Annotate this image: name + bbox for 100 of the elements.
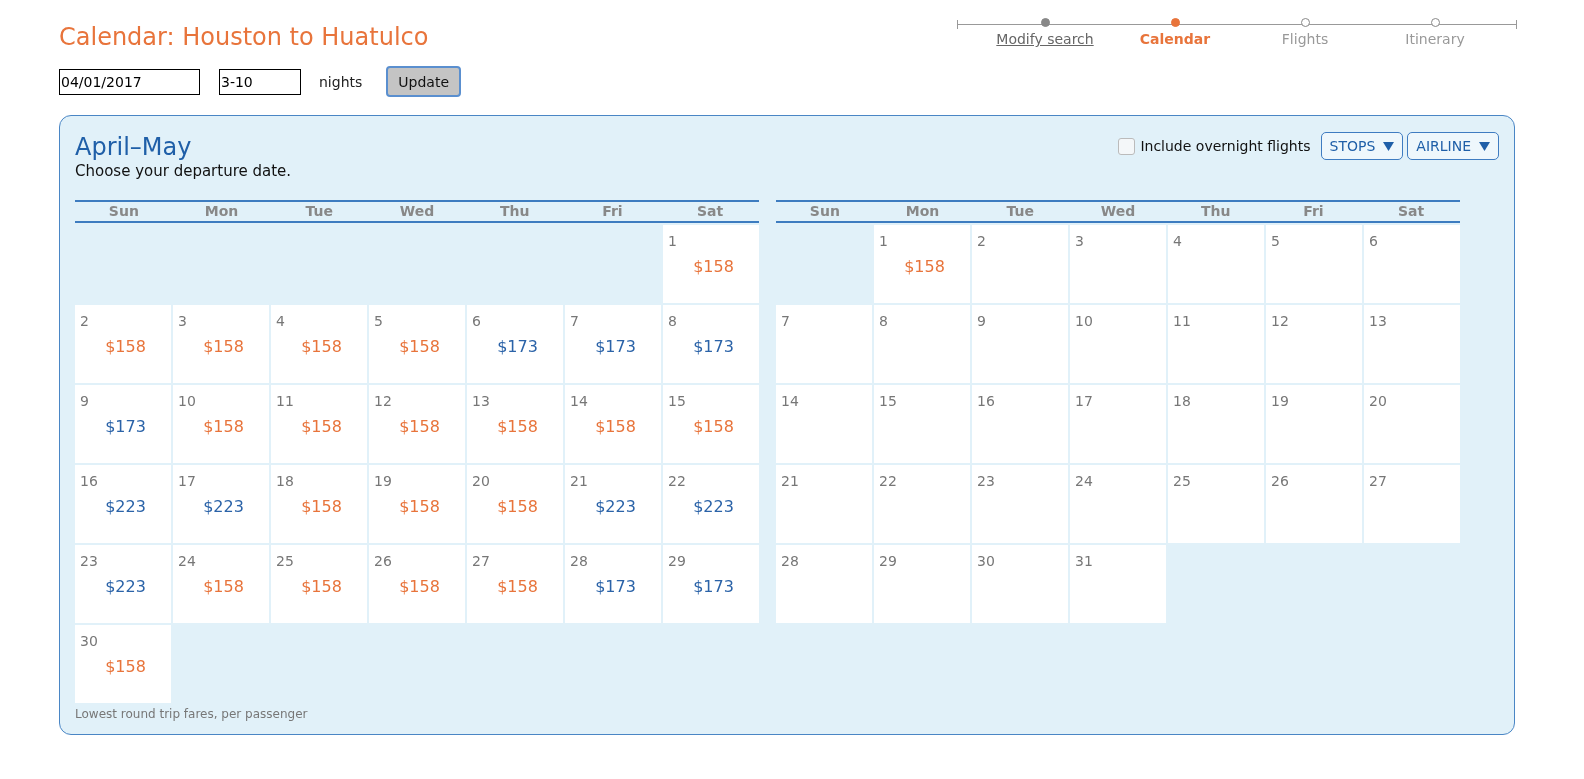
fare-price[interactable]: $173 <box>595 577 636 596</box>
day-cell[interactable]: 3 $158 <box>173 305 269 383</box>
day-cell[interactable]: 5 <box>1266 225 1362 303</box>
day-cell[interactable]: 19 <box>1266 385 1362 463</box>
day-cell[interactable]: 27 <box>1364 465 1460 543</box>
day-cell[interactable]: 1 $158 <box>663 225 759 303</box>
day-cell[interactable]: 9 $173 <box>75 385 171 463</box>
day-cell[interactable]: 13 <box>1364 305 1460 383</box>
day-cell[interactable]: 21 $223 <box>565 465 661 543</box>
fare-price[interactable]: $223 <box>105 497 146 516</box>
day-cell[interactable]: 21 <box>776 465 872 543</box>
day-cell[interactable]: 11 <box>1168 305 1264 383</box>
day-cell[interactable]: 8 <box>874 305 970 383</box>
day-cell[interactable]: 23 <box>972 465 1068 543</box>
day-cell[interactable]: 6 $173 <box>467 305 563 383</box>
day-cell[interactable]: 5 $158 <box>369 305 465 383</box>
fare-price[interactable]: $158 <box>399 577 440 596</box>
day-cell[interactable]: 11 $158 <box>271 385 367 463</box>
fare-price[interactable]: $158 <box>105 657 146 676</box>
fare-price[interactable]: $158 <box>203 577 244 596</box>
day-cell[interactable]: 26 $158 <box>369 545 465 623</box>
fare-price[interactable]: $158 <box>301 337 342 356</box>
day-cell[interactable]: 10 $158 <box>173 385 269 463</box>
day-cell[interactable]: 24 $158 <box>173 545 269 623</box>
day-cell[interactable]: 15 <box>874 385 970 463</box>
fare-price[interactable]: $173 <box>497 337 538 356</box>
fare-price[interactable]: $158 <box>693 257 734 276</box>
day-cell[interactable]: 10 <box>1070 305 1166 383</box>
day-cell[interactable]: 28 <box>776 545 872 623</box>
fare-price[interactable]: $158 <box>105 337 146 356</box>
update-button[interactable]: Update <box>386 66 461 97</box>
day-cell[interactable]: 22 <box>874 465 970 543</box>
day-cell[interactable]: 22 $223 <box>663 465 759 543</box>
day-cell[interactable]: 7 <box>776 305 872 383</box>
date-field[interactable]: 04/01/2017 <box>59 68 200 95</box>
day-cell[interactable]: 25 <box>1168 465 1264 543</box>
day-cell[interactable]: 14 <box>776 385 872 463</box>
day-cell[interactable]: 28 $173 <box>565 545 661 623</box>
fare-price[interactable]: $158 <box>301 417 342 436</box>
fare-price[interactable]: $158 <box>497 577 538 596</box>
day-cell[interactable]: 25 $158 <box>271 545 367 623</box>
day-cell[interactable]: 16 $223 <box>75 465 171 543</box>
day-cell[interactable]: 2 $158 <box>75 305 171 383</box>
fare-price[interactable]: $223 <box>105 577 146 596</box>
day-cell[interactable]: 29 <box>874 545 970 623</box>
fare-price[interactable]: $158 <box>301 577 342 596</box>
day-cell[interactable]: 7 $173 <box>565 305 661 383</box>
day-cell[interactable]: 20 $158 <box>467 465 563 543</box>
day-cell[interactable]: 30 <box>972 545 1068 623</box>
day-cell[interactable]: 12 <box>1266 305 1362 383</box>
day-cell[interactable]: 19 $158 <box>369 465 465 543</box>
day-cell[interactable]: 27 $158 <box>467 545 563 623</box>
day-cell[interactable]: 24 <box>1070 465 1166 543</box>
day-cell[interactable]: 14 $158 <box>565 385 661 463</box>
fare-price[interactable]: $158 <box>595 417 636 436</box>
nights-field[interactable]: 3-10 <box>219 68 301 95</box>
day-cell[interactable]: 20 <box>1364 385 1460 463</box>
day-cell[interactable]: 18 <box>1168 385 1264 463</box>
day-cell[interactable]: 2 <box>972 225 1068 303</box>
day-cell[interactable]: 18 $158 <box>271 465 367 543</box>
fare-price[interactable]: $158 <box>497 497 538 516</box>
fare-price[interactable]: $158 <box>904 257 945 276</box>
day-cell[interactable]: 23 $223 <box>75 545 171 623</box>
fare-price[interactable]: $158 <box>399 497 440 516</box>
fare-price[interactable]: $158 <box>399 337 440 356</box>
fare-price[interactable]: $173 <box>595 337 636 356</box>
day-cell[interactable]: 29 $173 <box>663 545 759 623</box>
overnight-checkbox[interactable] <box>1118 137 1136 155</box>
day-number: 29 <box>668 553 686 569</box>
fare-price[interactable]: $158 <box>693 417 734 436</box>
step-link[interactable]: Modify search <box>996 31 1094 47</box>
fare-price[interactable]: $173 <box>693 337 734 356</box>
day-cell[interactable]: 9 <box>972 305 1068 383</box>
fare-price[interactable]: $223 <box>693 497 734 516</box>
day-cell[interactable]: 1 $158 <box>874 225 970 303</box>
day-cell[interactable]: 16 <box>972 385 1068 463</box>
day-cell[interactable]: 26 <box>1266 465 1362 543</box>
fare-price[interactable]: $158 <box>497 417 538 436</box>
day-cell[interactable]: 31 <box>1070 545 1166 623</box>
fare-price[interactable]: $173 <box>693 577 734 596</box>
day-cell[interactable]: 6 <box>1364 225 1460 303</box>
day-cell[interactable]: 17 $223 <box>173 465 269 543</box>
day-cell[interactable]: 15 $158 <box>663 385 759 463</box>
day-cell[interactable]: 12 $158 <box>369 385 465 463</box>
day-cell[interactable]: 30 $158 <box>75 625 171 703</box>
fare-price[interactable]: $158 <box>399 417 440 436</box>
fare-price[interactable]: $158 <box>301 497 342 516</box>
day-cell[interactable]: 4 $158 <box>271 305 367 383</box>
day-cell[interactable]: 4 <box>1168 225 1264 303</box>
fare-price[interactable]: $173 <box>105 417 146 436</box>
fare-price[interactable]: $158 <box>203 417 244 436</box>
filter-dropdown[interactable]: STOPS <box>1320 132 1404 160</box>
day-cell[interactable]: 3 <box>1070 225 1166 303</box>
fare-price[interactable]: $158 <box>203 337 244 356</box>
fare-price[interactable]: $223 <box>595 497 636 516</box>
day-cell[interactable]: 8 $173 <box>663 305 759 383</box>
fare-price[interactable]: $223 <box>203 497 244 516</box>
filter-dropdown[interactable]: AIRLINE <box>1407 132 1499 160</box>
day-cell[interactable]: 17 <box>1070 385 1166 463</box>
day-cell[interactable]: 13 $158 <box>467 385 563 463</box>
